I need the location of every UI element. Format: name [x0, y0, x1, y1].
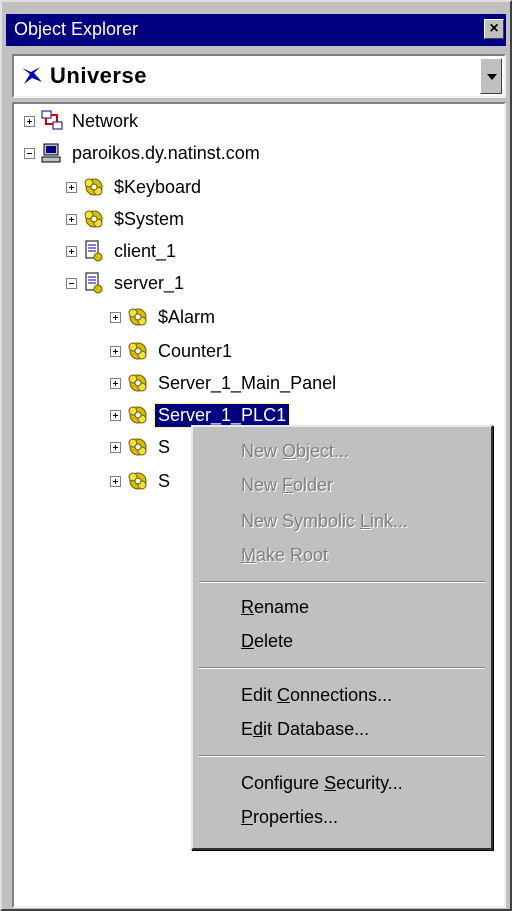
tree-node-label: $Alarm: [158, 306, 216, 327]
collapse-toggle[interactable]: [66, 277, 77, 289]
title-bar[interactable]: Object Explorer ×: [6, 14, 506, 46]
menu-item-edit-database[interactable]: Edit Database...: [241, 719, 369, 740]
tree-node-label: $System: [114, 208, 185, 229]
tree-node-main-panel[interactable]: Server_1_Main_Panel: [110, 368, 339, 398]
tree-node-label: $Keyboard: [114, 176, 202, 197]
tree-node-network[interactable]: Network: [24, 106, 141, 136]
menu-item-new-object[interactable]: New Object...: [241, 441, 349, 462]
tree-node-partial[interactable]: S: [110, 466, 173, 496]
menu-item-make-root[interactable]: Make Root: [241, 545, 328, 566]
menu-separator: [199, 581, 485, 583]
collapse-toggle[interactable]: [24, 147, 35, 159]
tree-node-label: server_1: [114, 272, 185, 293]
tree-node-label: paroikos.dy.natinst.com: [72, 142, 260, 163]
object-icon: [128, 308, 147, 326]
object-icon: [128, 406, 147, 424]
tree-node-keyboard[interactable]: $Keyboard: [66, 172, 204, 202]
tree-node-label: client_1: [114, 240, 177, 261]
tree-node-counter1[interactable]: Counter1: [110, 336, 235, 366]
object-icon: [128, 472, 147, 490]
object-explorer-window: Object Explorer × Universe Network paroi…: [0, 0, 512, 911]
context-menu: New Object... New Folder New Symbolic Li…: [191, 425, 493, 850]
expand-toggle[interactable]: [110, 311, 121, 323]
menu-item-rename[interactable]: Rename: [241, 597, 309, 618]
menu-separator: [199, 755, 485, 757]
expand-toggle[interactable]: [110, 475, 121, 487]
window-title: Object Explorer: [14, 19, 139, 39]
server-icon: [85, 272, 103, 294]
close-icon: ×: [489, 20, 499, 37]
expand-toggle[interactable]: [110, 377, 121, 389]
tree-node-alarm[interactable]: $Alarm: [110, 302, 218, 332]
menu-item-new-folder[interactable]: New Folder: [241, 475, 333, 496]
menu-item-edit-connections[interactable]: Edit Connections...: [241, 685, 392, 706]
tree-node-client-1[interactable]: client_1: [66, 236, 179, 266]
expand-toggle[interactable]: [110, 409, 121, 421]
tree-node-label-selected: Server_1_PLC1: [153, 402, 291, 428]
expand-toggle[interactable]: [110, 441, 121, 453]
scope-dropdown-value: Universe: [50, 63, 147, 88]
server-icon: [85, 240, 103, 262]
expand-toggle[interactable]: [66, 181, 77, 193]
tree-node-label: Network: [72, 110, 139, 131]
universe-icon: [22, 67, 42, 84]
menu-separator: [199, 667, 485, 669]
expand-toggle[interactable]: [110, 345, 121, 357]
object-icon: [84, 178, 103, 196]
expand-toggle[interactable]: [24, 115, 35, 127]
menu-item-configure-security[interactable]: Configure Security...: [241, 773, 403, 794]
tree-node-label: S: [158, 470, 171, 491]
tree-node-label: S: [158, 436, 171, 457]
menu-item-properties[interactable]: Properties...: [241, 807, 338, 828]
object-icon: [128, 438, 147, 456]
menu-item-new-symbolic-link[interactable]: New Symbolic Link...: [241, 511, 408, 532]
scope-dropdown[interactable]: Universe: [12, 54, 506, 98]
menu-item-delete[interactable]: Delete: [241, 631, 293, 652]
expand-toggle[interactable]: [66, 245, 77, 257]
tree-node-system[interactable]: $System: [66, 204, 187, 234]
object-icon: [128, 342, 147, 360]
close-button[interactable]: ×: [484, 19, 504, 39]
computer-icon: [41, 143, 61, 163]
tree-node-partial[interactable]: S: [110, 432, 173, 462]
tree-node-label: Server_1_Main_Panel: [158, 372, 337, 393]
tree-node-label: Counter1: [158, 340, 233, 361]
tree-node-server-1[interactable]: server_1: [66, 268, 187, 298]
tree-node-computer[interactable]: paroikos.dy.natinst.com: [24, 138, 263, 168]
expand-toggle[interactable]: [66, 213, 77, 225]
network-icon: [41, 110, 63, 130]
object-icon: [128, 374, 147, 392]
object-icon: [84, 210, 103, 228]
dropdown-arrow-button[interactable]: [480, 58, 502, 94]
